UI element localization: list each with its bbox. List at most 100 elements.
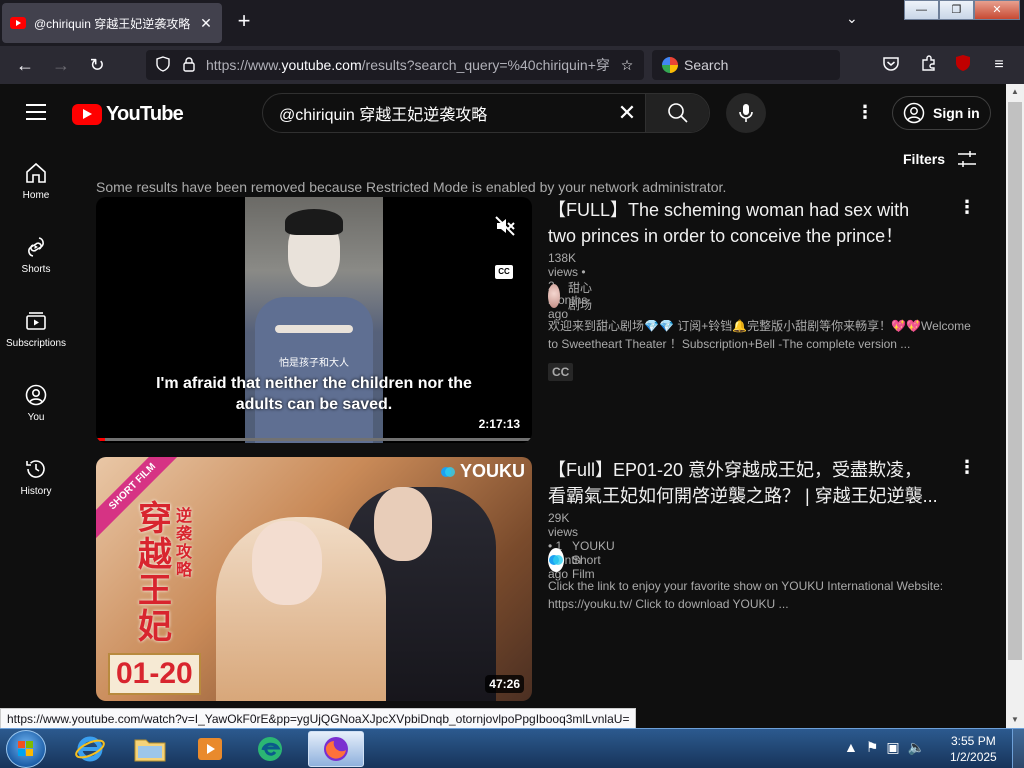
search-icon [667, 103, 688, 123]
scroll-up-arrow-icon[interactable]: ▲ [1006, 84, 1024, 100]
video-duration: 2:17:13 [478, 417, 520, 431]
youtube-play-icon [72, 104, 102, 125]
taskbar-edge[interactable] [242, 731, 298, 767]
bookmark-star-icon[interactable]: ☆ [618, 57, 636, 74]
filters-button[interactable]: Filters [903, 150, 977, 168]
filter-sliders-icon [958, 151, 977, 167]
list-tabs-chevron-icon[interactable]: ⌄ [846, 10, 858, 27]
search-placeholder: Search [684, 57, 729, 73]
browser-tab[interactable]: @chiriquin 穿越王妃逆袭攻略 ✕ [2, 3, 222, 43]
taskbar-clock[interactable]: 3:55 PM 1/2/2025 [950, 733, 997, 765]
edge-icon [258, 737, 282, 761]
playback-progress-bar[interactable] [96, 438, 532, 441]
new-tab-button[interactable]: + [232, 10, 256, 32]
poster-episodes: 01-20 [108, 653, 201, 695]
show-desktop-button[interactable] [1012, 729, 1024, 768]
shield-icon[interactable] [154, 55, 172, 75]
youtube-logo[interactable]: YouTube [72, 103, 184, 126]
clear-search-icon[interactable]: ✕ [609, 100, 645, 126]
sign-in-button[interactable]: Sign in [892, 96, 991, 130]
google-icon [662, 57, 678, 73]
system-tray: ▲ ⚑ ▣ 🔈 [844, 739, 925, 756]
youtube-header: YouTube @chiriquin 穿越王妃逆袭攻略 ✕ ⋮ Sign in [0, 84, 1006, 142]
media-player-icon [198, 738, 222, 760]
close-tab-icon[interactable]: ✕ [198, 15, 214, 32]
youku-logo: YOUKU [440, 461, 525, 482]
action-center-flag-icon[interactable]: ⚑ [866, 739, 879, 756]
thumbnail-face-2 [252, 521, 322, 605]
browser-tab-strip: @chiriquin 穿越王妃逆袭攻略 ✕ + ⌄ — ❐ ✕ [0, 0, 1024, 46]
channel-avatar[interactable] [548, 548, 564, 572]
reload-icon[interactable]: ↻ [86, 54, 108, 76]
volume-muted-icon[interactable]: 🔈 [908, 739, 925, 756]
channel-name[interactable]: YOUKU Short Film [572, 539, 623, 581]
sidebar-item-home[interactable]: Home [0, 160, 72, 201]
account-icon [903, 102, 925, 124]
extensions-icon[interactable] [918, 54, 940, 76]
url-text: https://www.youtube.com/results?search_q… [206, 57, 610, 73]
video-action-menu-icon[interactable]: ⋮ [958, 197, 976, 218]
ublock-icon[interactable] [952, 54, 974, 76]
sidebar-item-shorts[interactable]: Shorts [0, 234, 72, 275]
guide-menu-icon[interactable] [26, 104, 46, 125]
taskbar-media-player[interactable] [182, 731, 238, 767]
sign-in-label: Sign in [933, 105, 980, 121]
sidebar-item-label: You [27, 412, 45, 423]
scroll-down-arrow-icon[interactable]: ▼ [1006, 712, 1024, 728]
search-bar: @chiriquin 穿越王妃逆袭攻略 ✕ [262, 93, 710, 133]
youku-icon [441, 466, 455, 477]
scrollbar-thumb[interactable] [1008, 102, 1022, 660]
minimize-button[interactable]: — [904, 0, 939, 20]
video-title[interactable]: 【FULL】The scheming woman had sex with tw… [548, 197, 938, 249]
lock-icon[interactable] [180, 56, 198, 75]
sidebar-item-subscriptions[interactable]: Subscriptions [0, 308, 72, 349]
video-description: Click the link to enjoy your favorite sh… [548, 579, 944, 611]
shorts-icon [0, 234, 72, 260]
thumbnail-face [374, 487, 432, 561]
pocket-icon[interactable] [880, 54, 902, 76]
video-duration: 47:26 [485, 675, 524, 693]
network-icon[interactable]: ▣ [886, 739, 899, 756]
forward-arrow-icon[interactable]: → [50, 54, 72, 76]
closed-captions-icon[interactable]: CC [495, 265, 513, 279]
video-preview-player[interactable]: 怕是孩子和大人 CC I'm afraid that neither the c… [96, 197, 532, 443]
internet-explorer-icon [75, 736, 105, 762]
url-bar[interactable]: https://www.youtube.com/results?search_q… [146, 50, 644, 80]
menu-hamburger-icon[interactable]: ≡ [988, 54, 1010, 76]
channel-link[interactable]: YOUKU Short Film [548, 539, 623, 581]
youtube-wordmark: YouTube [106, 103, 184, 125]
windows-taskbar: ▲ ⚑ ▣ 🔈 3:55 PM 1/2/2025 [0, 728, 1024, 768]
video-thumbnail[interactable]: SHORT FILM YOUKU 穿越王妃 逆袭攻略 01-20 47:26 [96, 457, 532, 701]
home-icon [0, 160, 72, 186]
subscriptions-icon [0, 308, 72, 334]
taskbar-file-explorer[interactable] [122, 731, 178, 767]
sidebar-item-label: History [20, 486, 52, 497]
channel-link[interactable]: 甜心剧场 [548, 279, 592, 313]
restore-button[interactable]: ❐ [939, 0, 974, 20]
browser-nav-bar: ← → ↻ https://www.youtube.com/results?se… [0, 46, 1024, 106]
video-action-menu-icon[interactable]: ⋮ [958, 457, 976, 478]
start-button[interactable] [6, 730, 46, 768]
channel-avatar[interactable] [548, 284, 560, 308]
sidebar-item-label: Home [22, 190, 50, 201]
show-hidden-icons-icon[interactable]: ▲ [844, 739, 858, 756]
taskbar-internet-explorer[interactable] [62, 731, 118, 767]
sidebar-item-you[interactable]: You [0, 382, 72, 423]
clock-date: 1/2/2025 [950, 750, 997, 764]
back-arrow-icon[interactable]: ← [14, 54, 36, 76]
page-scrollbar[interactable]: ▲ ▼ [1006, 84, 1024, 728]
settings-kebab-icon[interactable]: ⋮ [856, 102, 874, 123]
channel-name[interactable]: 甜心剧场 [568, 279, 592, 313]
chinese-caption: 怕是孩子和大人 [279, 358, 349, 369]
search-input[interactable]: @chiriquin 穿越王妃逆袭攻略 [263, 101, 609, 125]
window-close-button[interactable]: ✕ [974, 0, 1020, 20]
taskbar-firefox[interactable] [308, 731, 364, 767]
sidebar-item-history[interactable]: History [0, 456, 72, 497]
search-button[interactable] [645, 94, 709, 132]
voice-search-button[interactable] [726, 93, 766, 133]
browser-search-box[interactable]: Search [652, 50, 840, 80]
mute-icon[interactable] [494, 215, 516, 242]
poster-subtitle: 逆袭攻略 [176, 506, 193, 579]
video-title[interactable]: 【Full】EP01-20 意外穿越成王妃，受盡欺凌，看霸氣王妃如何開啓逆襲之路… [548, 457, 938, 509]
clock-time: 3:55 PM [951, 734, 996, 748]
